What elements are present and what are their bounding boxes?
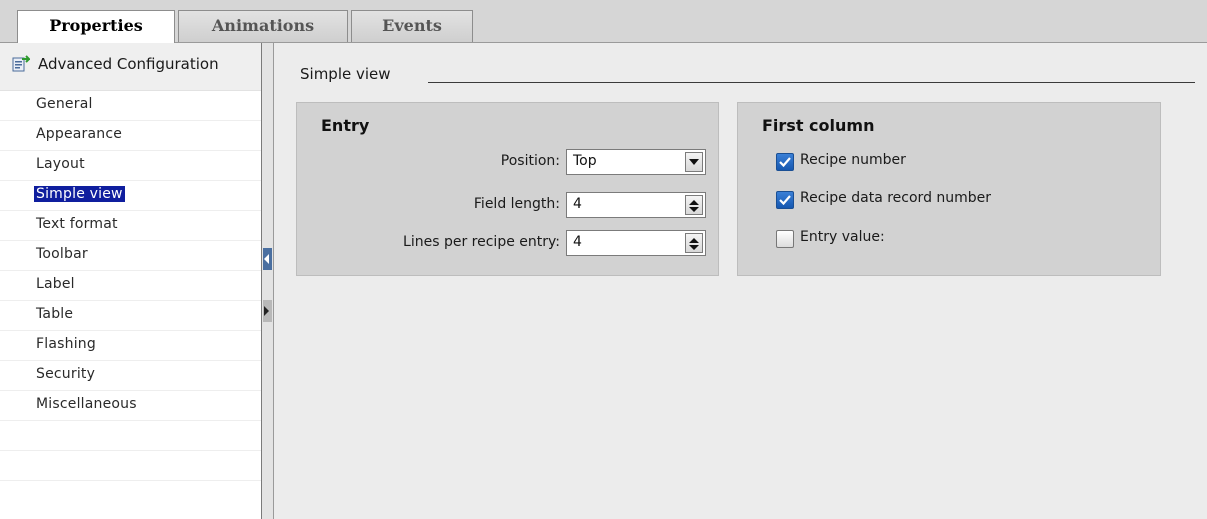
field-length-label: Field length: [473,196,560,212]
nav-item-label-settings[interactable]: Label [0,271,261,301]
tab-animations[interactable]: Animations [178,10,348,42]
lines-per-entry-spinner[interactable]: 4 [566,230,706,256]
spinner-arrows-icon[interactable] [685,233,703,253]
nav-list: General Appearance Layout Simple view Te… [0,91,261,481]
lines-per-entry-label: Lines per recipe entry: [403,234,560,250]
position-label: Position: [500,153,560,169]
recipe-data-record-number-label: Recipe data record number [800,190,992,206]
configuration-icon [12,55,32,73]
nav-item-security[interactable]: Security [0,361,261,391]
nav-item-label: Miscellaneous [36,396,137,412]
nav-item-label: Layout [36,156,85,172]
collapse-left-button[interactable] [263,248,272,270]
nav-item-label: Simple view [34,186,125,202]
section-divider [428,82,1195,83]
recipe-number-label: Recipe number [800,152,906,168]
nav-item-text-format[interactable]: Text format [0,211,261,241]
nav-item-label: Flashing [36,336,96,352]
nav-item-label: Text format [36,216,118,232]
nav-item-simple-view[interactable]: Simple view [0,181,261,211]
simple-view-panel: Simple view Entry Position: Top Field le… [274,43,1207,519]
entry-value-checkbox[interactable] [776,230,794,248]
nav-item-label: Toolbar [36,246,88,262]
tab-events[interactable]: Events [351,10,473,42]
position-value: Top [573,153,597,169]
dropdown-arrow-icon[interactable] [685,152,703,172]
field-length-spinner[interactable]: 4 [566,192,706,218]
nav-item-label: General [36,96,93,112]
nav-item-toolbar[interactable]: Toolbar [0,241,261,271]
nav-item-miscellaneous[interactable]: Miscellaneous [0,391,261,421]
expand-right-button[interactable] [263,300,272,322]
tab-properties[interactable]: Properties [17,10,175,43]
nav-item-table[interactable]: Table [0,301,261,331]
nav-item-general[interactable]: General [0,91,261,121]
advanced-configuration-header[interactable]: Advanced Configuration [0,43,261,91]
section-title: Simple view [300,65,391,83]
nav-item-appearance[interactable]: Appearance [0,121,261,151]
nav-item-label: Table [36,306,74,322]
first-column-group: First column Recipe number Recipe data r… [737,102,1161,276]
entry-group-title: Entry [321,116,370,135]
lines-per-entry-value: 4 [573,234,582,250]
nav-item-empty [0,421,261,451]
panel-splitter[interactable] [261,43,274,519]
tab-bar: Properties Animations Events [0,0,1207,43]
field-length-value: 4 [573,196,582,212]
entry-group: Entry Position: Top Field length: 4 Line… [296,102,719,276]
property-navigation: Advanced Configuration General Appearanc… [0,43,261,519]
nav-item-layout[interactable]: Layout [0,151,261,181]
nav-item-label: Appearance [36,126,123,142]
nav-item-label: Label [36,276,75,292]
recipe-data-record-number-checkbox[interactable] [776,191,794,209]
nav-item-empty [0,451,261,481]
advanced-configuration-label: Advanced Configuration [38,55,219,73]
spinner-arrows-icon[interactable] [685,195,703,215]
first-column-group-title: First column [762,116,875,135]
nav-item-flashing[interactable]: Flashing [0,331,261,361]
nav-item-label: Security [36,366,96,382]
entry-value-label: Entry value: [800,229,885,245]
position-dropdown[interactable]: Top [566,149,706,175]
recipe-number-checkbox[interactable] [776,153,794,171]
